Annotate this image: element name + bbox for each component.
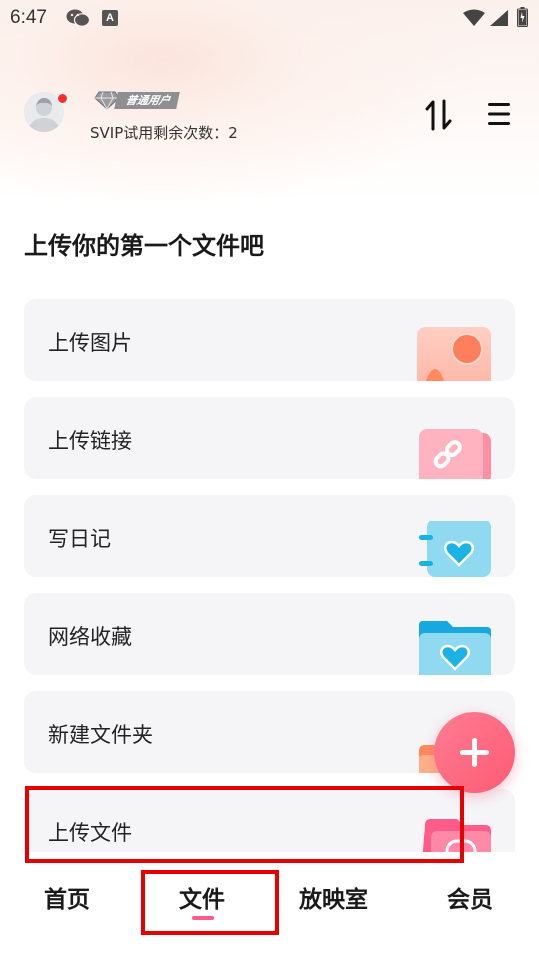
web-favorites-card[interactable]: 网络收藏 xyxy=(24,593,515,675)
section-title: 上传你的第一个文件吧 xyxy=(24,232,264,260)
user-header: 普通用户 SVIP试用剩余次数：2 xyxy=(0,80,539,160)
vip-label: 普通用户 xyxy=(114,91,180,109)
link-icon xyxy=(419,429,491,479)
svip-trial-text: SVIP试用剩余次数：2 xyxy=(90,124,238,142)
upload-file-highlight-box xyxy=(25,786,464,863)
nav-screening-room[interactable]: 放映室 xyxy=(299,880,368,914)
nav-membership[interactable]: 会员 xyxy=(447,880,493,914)
image-upload-icon xyxy=(417,327,491,381)
card-label: 上传链接 xyxy=(48,429,132,453)
wifi-icon xyxy=(463,9,485,26)
notification-dot xyxy=(57,93,68,104)
menu-icon[interactable] xyxy=(485,100,513,128)
write-diary-card[interactable]: 写日记 xyxy=(24,495,515,577)
status-bar: 6:47 A xyxy=(0,0,539,36)
upload-link-card[interactable]: 上传链接 xyxy=(24,397,515,479)
diary-icon xyxy=(419,521,491,577)
battery-icon xyxy=(517,7,528,27)
signal-icon xyxy=(490,10,508,26)
nav-home[interactable]: 首页 xyxy=(44,880,90,914)
a-badge-icon: A xyxy=(102,10,118,26)
card-label: 网络收藏 xyxy=(48,625,132,649)
card-label: 写日记 xyxy=(48,527,111,551)
status-time: 6:47 xyxy=(10,7,47,28)
card-label: 新建文件夹 xyxy=(48,723,153,747)
vip-badge[interactable]: 普通用户 xyxy=(94,90,180,110)
upload-image-card[interactable]: 上传图片 xyxy=(24,299,515,381)
plus-icon-vertical xyxy=(472,738,477,767)
sort-icon[interactable] xyxy=(424,99,456,131)
favorite-folder-icon xyxy=(419,621,491,675)
files-tab-highlight-box xyxy=(141,870,279,935)
card-label: 上传图片 xyxy=(48,331,132,355)
add-fab-button[interactable] xyxy=(434,712,515,793)
wechat-icon xyxy=(66,9,90,27)
